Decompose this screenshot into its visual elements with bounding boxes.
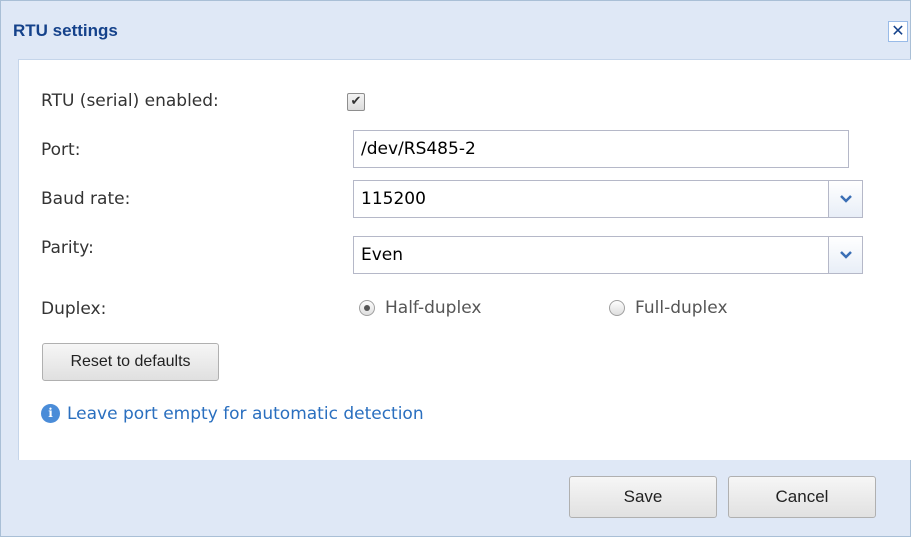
rtu-settings-dialog: RTU settings ✕ RTU (serial) enabled: ✔ P… [0, 0, 911, 537]
save-button[interactable]: Save [569, 476, 717, 518]
full-duplex-label[interactable]: Full-duplex [635, 289, 728, 327]
half-duplex-radio[interactable] [359, 300, 375, 316]
parity-label: Parity: [41, 238, 94, 258]
close-icon[interactable]: ✕ [888, 21, 908, 42]
half-duplex-label[interactable]: Half-duplex [385, 289, 481, 327]
baud-rate-value: 115200 [361, 189, 426, 209]
rtu-enabled-checkbox[interactable]: ✔ [347, 93, 365, 111]
baud-rate-select[interactable]: 115200 [353, 180, 863, 218]
cancel-button[interactable]: Cancel [728, 476, 876, 518]
baud-rate-dropdown-trigger[interactable] [828, 181, 862, 217]
duplex-label: Duplex: [41, 299, 107, 319]
info-message: Leave port empty for automatic detection [67, 404, 424, 424]
reset-to-defaults-button[interactable]: Reset to defaults [42, 343, 219, 381]
port-label: Port: [41, 140, 81, 160]
dialog-body: RTU (serial) enabled: ✔ Port: /dev/RS485… [18, 59, 911, 460]
chevron-down-icon [840, 195, 852, 203]
parity-dropdown-trigger[interactable] [828, 237, 862, 273]
rtu-enabled-label: RTU (serial) enabled: [41, 91, 219, 111]
parity-select[interactable]: Even [353, 236, 863, 274]
info-icon: i [41, 404, 60, 423]
baud-rate-label: Baud rate: [41, 189, 131, 209]
parity-value: Even [361, 245, 404, 265]
full-duplex-radio[interactable] [609, 300, 625, 316]
port-input[interactable]: /dev/RS485-2 [353, 130, 849, 168]
chevron-down-icon [840, 251, 852, 259]
dialog-title: RTU settings [13, 21, 118, 40]
dialog-titlebar: RTU settings ✕ [1, 1, 910, 57]
